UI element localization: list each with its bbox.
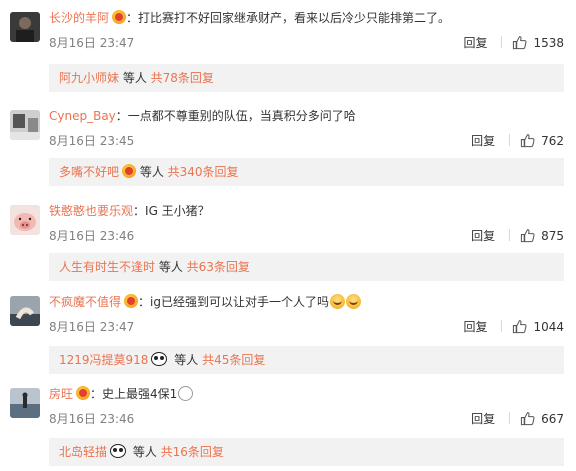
vip-badge-icon (76, 386, 91, 400)
like-button[interactable]: 667 (520, 412, 564, 426)
sub-reply-summary: 北岛轻描 等人 共16条回复 (49, 438, 564, 466)
sub-reply-mid: 等人 (136, 165, 168, 179)
colon: ： (115, 109, 128, 123)
username-link[interactable]: 铁憨憨也要乐观 (49, 204, 133, 218)
comment-text: IG 王小猪？ (145, 204, 210, 218)
reply-button[interactable]: 回复 (471, 412, 495, 426)
thumbs-up-icon (520, 134, 535, 148)
like-count: 1044 (533, 320, 564, 334)
vip-badge-icon (124, 294, 139, 308)
reply-button[interactable]: 回复 (463, 320, 487, 334)
like-count: 1538 (533, 36, 564, 50)
sub-reply-count-link[interactable]: 共78条回复 (151, 71, 214, 85)
vip-badge-icon (122, 164, 137, 178)
sub-reply-mid: 等人 (170, 353, 203, 367)
reply-button[interactable]: 回复 (471, 229, 495, 243)
username-link[interactable]: 房旺 (49, 387, 73, 401)
thumbs-up-icon (520, 229, 535, 243)
panda-emoji-icon (151, 352, 168, 366)
thumbs-up-icon (520, 412, 535, 426)
like-button[interactable]: 1538 (512, 36, 564, 50)
like-count: 762 (541, 134, 564, 148)
divider (501, 320, 503, 332)
colon: ： (138, 295, 151, 309)
username-link[interactable]: Cynep_Bay (49, 109, 116, 123)
timestamp: 8月16日 23:46 (49, 229, 135, 243)
emoji-smile-icon (329, 294, 345, 309)
vip-badge-icon (112, 10, 127, 24)
sub-reply-mid: 等人 (155, 260, 187, 274)
sub-reply-summary: 多嘴不好吧 等人 共340条回复 (49, 158, 564, 186)
sub-reply-count-link[interactable]: 共45条回复 (202, 353, 265, 367)
avatar[interactable] (10, 205, 40, 235)
like-count: 875 (541, 229, 564, 243)
sub-reply-user[interactable]: 人生有时生不逢时 (59, 260, 155, 274)
sub-reply-mid: 等人 (119, 71, 151, 85)
username-link[interactable]: 长沙的羊阿 (49, 11, 109, 25)
divider (509, 412, 511, 424)
timestamp: 8月16日 23:47 (49, 36, 135, 50)
sub-reply-user[interactable]: 1219冯提莫918 (59, 353, 148, 367)
colon: ： (126, 11, 139, 25)
avatar[interactable] (10, 110, 40, 140)
thumbs-up-icon (513, 320, 527, 334)
colon: ： (133, 204, 146, 218)
sub-reply-summary: 阿九小师妹 等人 共78条回复 (49, 64, 564, 92)
avatar[interactable] (10, 296, 40, 326)
sub-reply-user[interactable]: 北岛轻描 (59, 445, 107, 459)
like-button[interactable]: 875 (520, 229, 564, 243)
emoji-smile-icon (345, 294, 361, 309)
thumbs-up-icon (513, 36, 527, 50)
timestamp: 8月16日 23:46 (49, 412, 135, 426)
sub-reply-user[interactable]: 多嘴不好吧 (59, 165, 119, 179)
divider (509, 134, 511, 146)
avatar[interactable] (10, 388, 40, 418)
username-link[interactable]: 不疯魔不值得 (49, 295, 121, 309)
comment-text: 史上最强4保1 (102, 387, 178, 401)
divider (509, 229, 511, 241)
reply-button[interactable]: 回复 (471, 134, 495, 148)
sub-reply-summary: 1219冯提莫918 等人 共45条回复 (49, 346, 564, 374)
comment-text: 一点都不尊重别的队伍，当真积分多问了哈 (127, 109, 356, 123)
comment-text: 打比赛打不好回家继承财产，看来以后冷少只能排第二了。 (138, 11, 451, 25)
like-button[interactable]: 1044 (512, 320, 564, 334)
reply-button[interactable]: 回复 (463, 36, 487, 50)
sub-reply-user[interactable]: 阿九小师妹 (59, 71, 119, 85)
colon: ： (90, 387, 103, 401)
like-count: 667 (541, 412, 564, 426)
sub-reply-mid: 等人 (129, 445, 161, 459)
comment-text: ig已经强到可以让对手一个人了吗 (150, 295, 329, 309)
divider (501, 36, 503, 48)
like-button[interactable]: 762 (520, 134, 564, 148)
sub-reply-count-link[interactable]: 共340条回复 (168, 165, 239, 179)
sub-reply-summary: 人生有时生不逢时 等人 共63条回复 (49, 253, 564, 281)
sub-reply-count-link[interactable]: 共63条回复 (187, 260, 250, 274)
sub-reply-count-link[interactable]: 共16条回复 (161, 445, 224, 459)
avatar[interactable] (10, 12, 40, 42)
timestamp: 8月16日 23:47 (49, 320, 135, 334)
timestamp: 8月16日 23:45 (49, 134, 135, 148)
panda-emoji-icon (110, 444, 127, 458)
emoji-glasses-icon (178, 386, 194, 401)
